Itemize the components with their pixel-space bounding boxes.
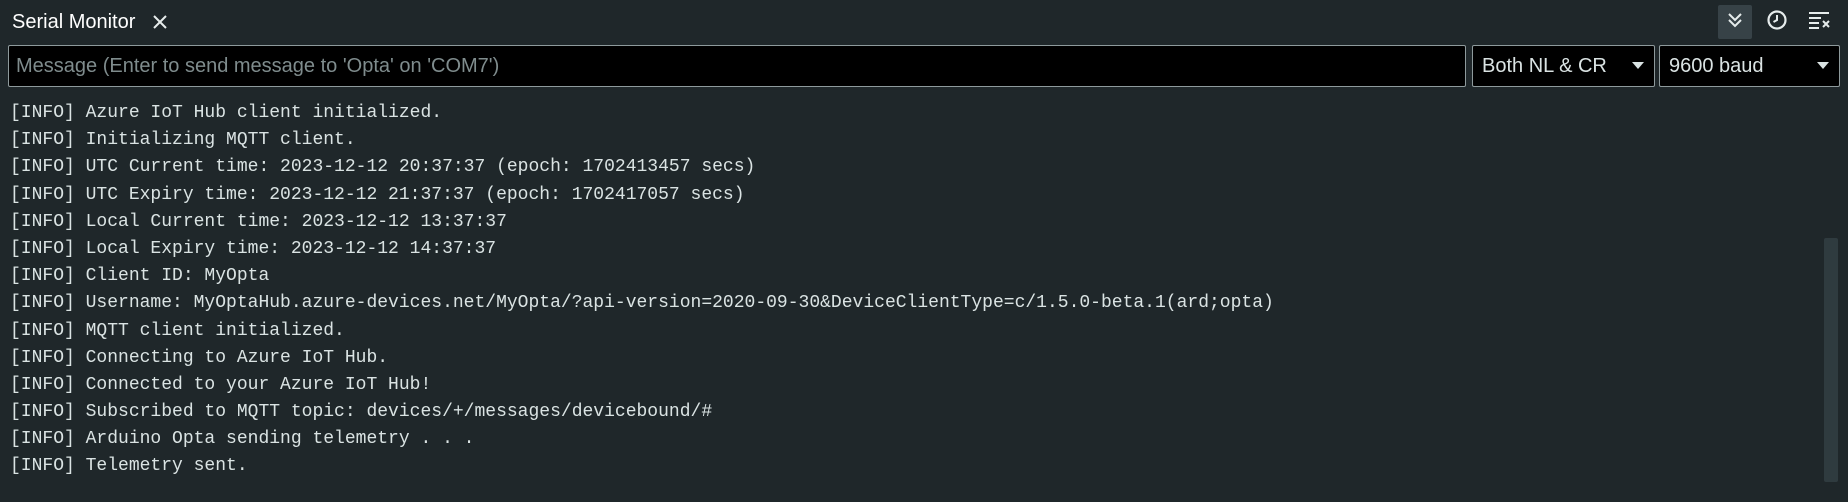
tab-title: Serial Monitor <box>12 10 136 33</box>
log-line: [INFO] Local Current time: 2023-12-12 13… <box>10 211 507 232</box>
toolbar <box>1710 0 1848 44</box>
clear-output-icon <box>1808 10 1830 35</box>
double-chevron-down-icon <box>1726 11 1744 34</box>
serial-monitor-panel: Serial Monitor Message (Enter to send me… <box>0 0 1848 502</box>
serial-output[interactable]: [INFO] Azure IoT Hub client initialized.… <box>0 100 1820 502</box>
line-ending-value: Both NL & CR <box>1482 54 1607 77</box>
log-line: [INFO] UTC Current time: 2023-12-12 20:3… <box>10 157 756 178</box>
toggle-timestamp-button[interactable] <box>1760 5 1794 39</box>
log-line: [INFO] MQTT client initialized. <box>10 320 345 341</box>
baud-rate-select[interactable]: 9600 baud <box>1659 45 1840 87</box>
panel-header: Serial Monitor <box>0 0 1848 44</box>
baud-rate-value: 9600 baud <box>1669 54 1764 77</box>
output-scrollbar[interactable] <box>1824 238 1838 482</box>
message-input[interactable] <box>8 45 1466 87</box>
log-line: [INFO] Connected to your Azure IoT Hub! <box>10 374 432 395</box>
log-line: [INFO] Initializing MQTT client. <box>10 130 356 151</box>
log-line: [INFO] Arduino Opta sending telemetry . … <box>10 429 475 450</box>
close-icon[interactable] <box>149 11 171 33</box>
log-line: [INFO] Username: MyOptaHub.azure-devices… <box>10 293 1274 314</box>
log-line: [INFO] Connecting to Azure IoT Hub. <box>10 347 389 368</box>
clear-output-button[interactable] <box>1802 5 1836 39</box>
log-line: [INFO] Telemetry sent. <box>10 456 248 477</box>
autoscroll-button[interactable] <box>1718 5 1752 39</box>
log-line: [INFO] Local Expiry time: 2023-12-12 14:… <box>10 238 497 259</box>
caret-down-icon <box>1632 62 1644 69</box>
message-row: Both NL & CR 9600 baud <box>0 44 1848 90</box>
log-line: [INFO] Subscribed to MQTT topic: devices… <box>10 402 713 423</box>
clock-icon <box>1766 9 1788 36</box>
tab-serial-monitor[interactable]: Serial Monitor <box>0 0 171 44</box>
caret-down-icon <box>1817 62 1829 69</box>
line-ending-select[interactable]: Both NL & CR <box>1472 45 1655 87</box>
log-line: [INFO] UTC Expiry time: 2023-12-12 21:37… <box>10 184 745 205</box>
log-line: [INFO] Client ID: MyOpta <box>10 266 270 287</box>
log-line: [INFO] Azure IoT Hub client initialized. <box>10 103 443 123</box>
